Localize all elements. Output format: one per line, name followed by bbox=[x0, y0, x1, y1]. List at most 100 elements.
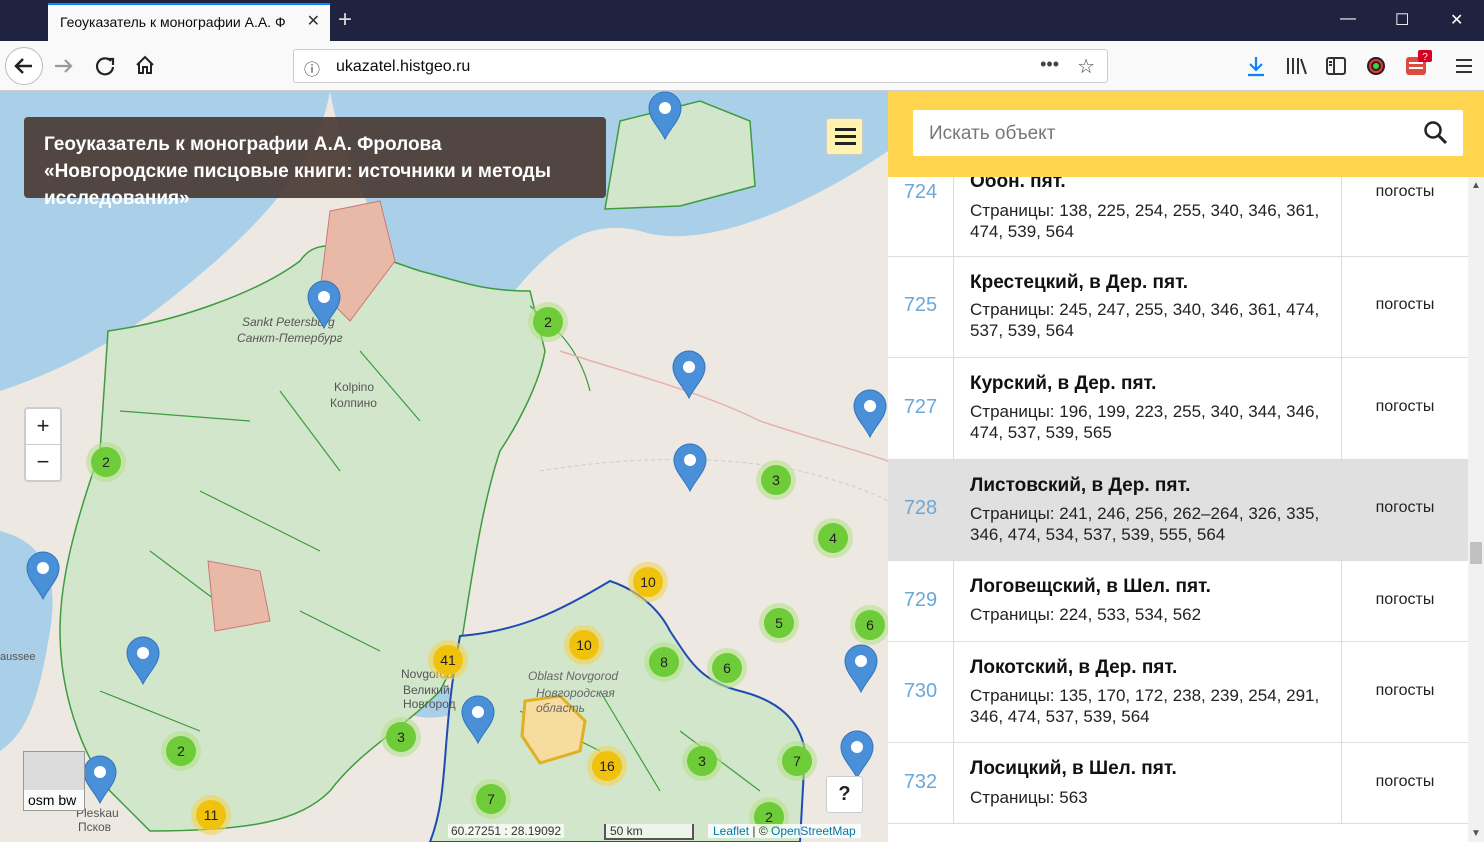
results-scrollbar[interactable]: ▲ ▼ bbox=[1468, 177, 1484, 842]
map-pin-icon[interactable] bbox=[843, 644, 879, 694]
item-name[interactable]: Локотский, в Дер. пят. bbox=[970, 657, 1177, 679]
close-window-icon[interactable]: ✕ bbox=[1450, 10, 1463, 30]
item-number[interactable]: 732 bbox=[888, 743, 954, 823]
list-item[interactable]: 725 Крестецкий, в Дер. пят. Страницы: 24… bbox=[888, 257, 1468, 358]
list-item[interactable]: 724 Обон. пят. Страницы: 138, 225, 254, … bbox=[888, 177, 1468, 257]
map-pin-icon[interactable] bbox=[839, 730, 875, 780]
color-extension-icon[interactable] bbox=[1365, 55, 1387, 77]
item-category: погосты bbox=[1341, 177, 1468, 256]
marker-cluster[interactable]: 3 bbox=[682, 741, 722, 781]
item-pages: Страницы: 196, 199, 223, 255, 340, 344, … bbox=[970, 402, 1320, 442]
address-bar[interactable]: ⓘ ukazatel.histgeo.ru ••• ☆ bbox=[293, 49, 1108, 83]
osm-link[interactable]: OpenStreetMap bbox=[771, 824, 856, 838]
label-oblast-latin: Oblast Novgorod bbox=[528, 669, 619, 683]
map[interactable]: Sankt Petersburg Санкт-Петербург Kolpino… bbox=[0, 91, 888, 842]
item-number[interactable]: 728 bbox=[888, 460, 954, 560]
item-number[interactable]: 729 bbox=[888, 561, 954, 641]
item-name[interactable]: Обон. пят. bbox=[970, 177, 1066, 193]
marker-cluster[interactable]: 41 bbox=[428, 640, 468, 680]
item-number[interactable]: 727 bbox=[888, 358, 954, 459]
item-name[interactable]: Листовский, в Дер. пят. bbox=[970, 475, 1190, 497]
map-pin-icon[interactable] bbox=[672, 443, 708, 493]
item-number[interactable]: 730 bbox=[888, 642, 954, 742]
bookmark-star-icon[interactable]: ☆ bbox=[1077, 54, 1095, 79]
scroll-thumb[interactable] bbox=[1470, 542, 1482, 564]
marker-cluster[interactable]: 10 bbox=[628, 562, 668, 602]
svg-text:?: ? bbox=[1422, 52, 1428, 63]
map-attribution: Leaflet | © OpenStreetMap bbox=[708, 824, 861, 838]
road bbox=[559, 350, 888, 462]
marker-cluster[interactable]: 6 bbox=[707, 648, 747, 688]
marker-cluster[interactable]: 2 bbox=[528, 302, 568, 342]
download-icon[interactable] bbox=[1245, 55, 1267, 77]
marker-cluster[interactable]: 6 bbox=[850, 605, 888, 645]
marker-cluster[interactable]: 8 bbox=[644, 642, 684, 682]
cluster-count: 6 bbox=[855, 610, 885, 640]
zoom-in-button[interactable]: + bbox=[26, 409, 60, 445]
marker-cluster[interactable]: 2 bbox=[161, 731, 201, 771]
hamburger-menu-icon[interactable] bbox=[1454, 56, 1474, 76]
tab-bar: Геоуказатель к монографии А.А. Ф ✕ + — ☐… bbox=[0, 0, 1484, 41]
todoist-extension-icon[interactable]: ? bbox=[1404, 49, 1434, 79]
marker-cluster[interactable]: 3 bbox=[381, 717, 421, 757]
list-item[interactable]: 732 Лосицкий, в Шел. пят. Страницы: 563 … bbox=[888, 743, 1468, 824]
close-tab-icon[interactable]: ✕ bbox=[307, 11, 320, 31]
list-item[interactable]: 729 Логовещский, в Шел. пят. Страницы: 2… bbox=[888, 561, 1468, 642]
item-pages: Страницы: 224, 533, 534, 562 bbox=[970, 605, 1202, 624]
map-pin-icon[interactable] bbox=[306, 280, 342, 330]
map-pin-icon[interactable] bbox=[671, 350, 707, 400]
marker-cluster[interactable]: 10 bbox=[564, 625, 604, 665]
url-text: ukazatel.histgeo.ru bbox=[336, 58, 471, 75]
item-pages: Страницы: 135, 170, 172, 238, 239, 254, … bbox=[970, 686, 1320, 726]
item-number[interactable]: 725 bbox=[888, 257, 954, 357]
marker-cluster[interactable]: 4 bbox=[813, 518, 853, 558]
minimize-icon[interactable]: — bbox=[1340, 10, 1356, 28]
cluster-count: 7 bbox=[476, 784, 506, 814]
item-name[interactable]: Лосицкий, в Шел. пят. bbox=[970, 758, 1177, 780]
map-pin-icon[interactable] bbox=[647, 91, 683, 141]
item-name[interactable]: Логовещский, в Шел. пят. bbox=[970, 576, 1211, 598]
layer-switcher[interactable]: osm bw bbox=[23, 751, 85, 811]
list-item[interactable]: 727 Курский, в Дер. пят. Страницы: 196, … bbox=[888, 358, 1468, 460]
map-pin-icon[interactable] bbox=[82, 755, 118, 805]
back-button[interactable] bbox=[5, 47, 43, 85]
item-category: погосты bbox=[1341, 460, 1468, 560]
zoom-out-button[interactable]: − bbox=[26, 445, 60, 481]
map-pin-icon[interactable] bbox=[25, 551, 61, 601]
reload-icon[interactable] bbox=[94, 55, 116, 77]
item-name[interactable]: Крестецкий, в Дер. пят. bbox=[970, 272, 1188, 294]
marker-cluster[interactable]: 5 bbox=[759, 603, 799, 643]
label-spb-cyrillic: Санкт-Петербург bbox=[237, 331, 343, 345]
marker-cluster[interactable]: 3 bbox=[756, 460, 796, 500]
info-icon[interactable]: ⓘ bbox=[304, 56, 320, 80]
list-item[interactable]: 728 Листовский, в Дер. пят. Страницы: 24… bbox=[888, 460, 1468, 561]
marker-cluster[interactable]: 11 bbox=[191, 795, 231, 835]
item-name[interactable]: Курский, в Дер. пят. bbox=[970, 373, 1156, 395]
leaflet-link[interactable]: Leaflet bbox=[713, 824, 749, 838]
map-pin-icon[interactable] bbox=[125, 636, 161, 686]
browser-tab[interactable]: Геоуказатель к монографии А.А. Ф ✕ bbox=[48, 3, 330, 41]
new-tab-icon[interactable]: + bbox=[338, 6, 352, 34]
marker-cluster[interactable]: 2 bbox=[86, 442, 126, 482]
list-item[interactable]: 730 Локотский, в Дер. пят. Страницы: 135… bbox=[888, 642, 1468, 743]
cluster-count: 41 bbox=[433, 645, 463, 675]
scroll-up-icon[interactable]: ▲ bbox=[1471, 180, 1481, 191]
maximize-icon[interactable]: ☐ bbox=[1395, 10, 1409, 30]
item-number[interactable]: 724 bbox=[888, 177, 954, 256]
map-pin-icon[interactable] bbox=[852, 389, 888, 439]
marker-cluster[interactable]: 16 bbox=[587, 746, 627, 786]
marker-cluster[interactable]: 7 bbox=[471, 779, 511, 819]
marker-cluster[interactable]: 7 bbox=[777, 741, 817, 781]
forward-arrow-icon[interactable] bbox=[52, 55, 76, 77]
sidebar-icon[interactable] bbox=[1325, 55, 1347, 77]
search-icon[interactable] bbox=[1423, 120, 1449, 146]
library-icon[interactable] bbox=[1285, 55, 1309, 77]
map-menu-button[interactable] bbox=[826, 118, 863, 155]
search-input[interactable]: Искать объект bbox=[913, 110, 1463, 156]
page-actions-icon[interactable]: ••• bbox=[1040, 54, 1059, 75]
map-pin-icon[interactable] bbox=[460, 695, 496, 745]
help-button[interactable]: ? bbox=[826, 776, 863, 813]
home-icon[interactable] bbox=[134, 54, 156, 76]
cluster-count: 2 bbox=[533, 307, 563, 337]
scroll-down-icon[interactable]: ▼ bbox=[1471, 828, 1481, 839]
